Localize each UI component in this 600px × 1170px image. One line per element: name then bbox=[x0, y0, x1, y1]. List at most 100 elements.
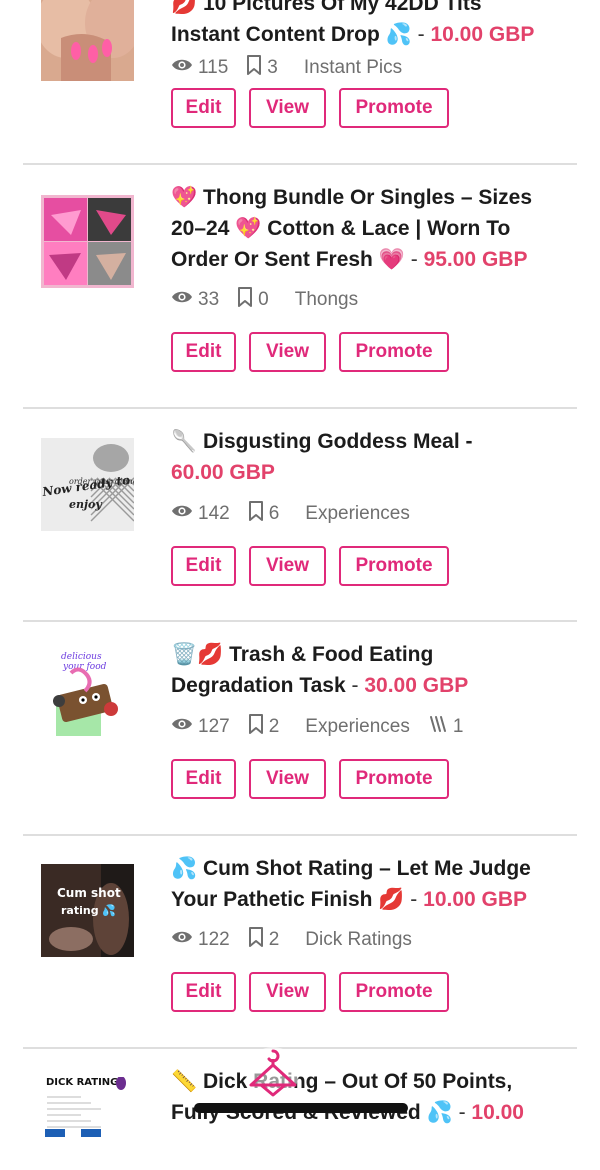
views-stat: 127 bbox=[171, 716, 230, 738]
listing-title[interactable]: 💋 10 Pictures Of My 42DD Tits Instant Con… bbox=[171, 0, 566, 50]
listing-actions: Edit View Promote bbox=[171, 332, 462, 372]
listing-price: 10.00 GBP bbox=[423, 888, 528, 911]
divider bbox=[23, 163, 577, 165]
listing-title-line: 💋 10 Pictures Of My 42DD Tits bbox=[171, 0, 482, 15]
eye-icon bbox=[171, 929, 198, 951]
views-count: 127 bbox=[198, 716, 230, 737]
listing-price: 10.00 bbox=[471, 1101, 524, 1124]
price-separator: - bbox=[417, 23, 425, 46]
bookmark-icon bbox=[248, 501, 269, 527]
promote-button[interactable]: Promote bbox=[339, 972, 449, 1012]
category-label: Thongs bbox=[294, 289, 359, 310]
saves-count: 2 bbox=[268, 929, 280, 950]
divider bbox=[23, 620, 577, 622]
saves-count: 0 bbox=[258, 289, 269, 310]
listing-stats: 115 3 Instant Pics bbox=[171, 55, 420, 81]
listing-title-line: 💦 Cum Shot Rating – Let Me Judge bbox=[171, 857, 531, 880]
view-button[interactable]: View bbox=[249, 332, 326, 372]
listing-price: 10.00 GBP bbox=[430, 23, 535, 46]
views-stat: 142 bbox=[171, 503, 230, 525]
listing-title-line: 🗑️💋 Trash & Food Eating bbox=[171, 643, 434, 666]
listing-title-line: 💖 Thong Bundle Or Singles – Sizes bbox=[171, 186, 533, 209]
price-separator: - bbox=[410, 248, 418, 271]
divider bbox=[23, 834, 577, 836]
views-count: 122 bbox=[198, 929, 230, 950]
promote-button[interactable]: Promote bbox=[339, 759, 449, 799]
listing-thumbnail[interactable] bbox=[41, 0, 134, 81]
listing-price: 30.00 GBP bbox=[364, 674, 469, 697]
promote-button[interactable]: Promote bbox=[339, 332, 449, 372]
views-stat: 115 bbox=[171, 57, 228, 79]
bookmark-icon bbox=[248, 714, 269, 740]
listing-thumbnail[interactable]: order your dinner Now ready to enjoy bbox=[41, 438, 134, 531]
bundle-stat: 1 bbox=[428, 714, 464, 740]
listing-title-line: Your Pathetic Finish 💋 bbox=[171, 888, 405, 911]
views-stat: 33 bbox=[171, 289, 219, 311]
svg-text:delicious: delicious bbox=[61, 652, 102, 662]
listing-actions: Edit View Promote bbox=[171, 88, 462, 128]
bundle-icon bbox=[428, 714, 453, 740]
saves-stat: 2 bbox=[248, 714, 280, 740]
listing-stats: 122 2 Dick Ratings bbox=[171, 927, 430, 953]
listing-thumbnail[interactable]: Cum shot rating 💦 bbox=[41, 864, 134, 957]
listing-price: 60.00 GBP bbox=[171, 461, 275, 484]
view-button[interactable]: View bbox=[249, 546, 326, 586]
views-count: 33 bbox=[198, 289, 220, 310]
saves-stat: 0 bbox=[237, 287, 269, 313]
listing-title-line: Order Or Sent Fresh 💗 bbox=[171, 248, 405, 271]
eye-icon bbox=[171, 503, 198, 525]
listing-actions: Edit View Promote bbox=[171, 759, 462, 799]
listing-title-line: 20–24 💖 Cotton & Lace | Worn To bbox=[171, 217, 511, 240]
listing-price: 95.00 GBP bbox=[423, 248, 528, 271]
listing-stats: 142 6 Experiences bbox=[171, 501, 428, 527]
listing-thumbnail[interactable]: DICK RATING bbox=[41, 1077, 134, 1170]
saves-stat: 6 bbox=[248, 501, 280, 527]
home-indicator[interactable] bbox=[194, 1103, 408, 1113]
listing-stats: 33 0 Thongs bbox=[171, 287, 376, 313]
promote-button[interactable]: Promote bbox=[339, 88, 449, 128]
view-button[interactable]: View bbox=[249, 88, 326, 128]
category-label: Dick Ratings bbox=[305, 929, 412, 950]
edit-button[interactable]: Edit bbox=[171, 332, 236, 372]
svg-text:Cum shot: Cum shot bbox=[57, 886, 121, 900]
price-separator: - bbox=[410, 888, 418, 911]
views-count: 142 bbox=[198, 503, 230, 524]
listing-title-line: 📏 Dick Rating – Out Of 50 Points, bbox=[171, 1070, 513, 1093]
saves-count: 2 bbox=[268, 716, 280, 737]
category-label: Experiences bbox=[305, 503, 410, 524]
bookmark-icon bbox=[246, 55, 267, 81]
listing-title-line: Instant Content Drop 💦 bbox=[171, 23, 412, 46]
listing-title[interactable]: 📏 Dick Rating – Out Of 50 Points,Fully S… bbox=[171, 1066, 566, 1128]
listing-title[interactable]: 🗑️💋 Trash & Food Eating Degradation Task … bbox=[171, 639, 566, 701]
eye-icon bbox=[171, 57, 198, 79]
edit-button[interactable]: Edit bbox=[171, 759, 236, 799]
bookmark-icon bbox=[237, 287, 258, 313]
listing-thumbnail[interactable]: delicious your food bbox=[41, 651, 134, 744]
category-label: Instant Pics bbox=[303, 57, 403, 78]
edit-button[interactable]: Edit bbox=[171, 88, 236, 128]
listing-title[interactable]: 💦 Cum Shot Rating – Let Me Judge Your Pat… bbox=[171, 853, 566, 915]
price-separator: - bbox=[351, 674, 359, 697]
listing-thumbnail[interactable] bbox=[41, 195, 134, 288]
listing-title[interactable]: 💖 Thong Bundle Or Singles – Sizes 20–24 💖… bbox=[171, 182, 566, 275]
bookmark-icon bbox=[248, 927, 269, 953]
bundle-count: 1 bbox=[452, 716, 464, 737]
edit-button[interactable]: Edit bbox=[171, 546, 236, 586]
saves-count: 6 bbox=[268, 503, 280, 524]
views-stat: 122 bbox=[171, 929, 230, 951]
hanger-icon[interactable] bbox=[245, 1045, 301, 1101]
saves-count: 3 bbox=[267, 57, 278, 78]
saves-stat: 3 bbox=[246, 55, 278, 81]
view-button[interactable]: View bbox=[249, 759, 326, 799]
listing-title-line: 🥄 Disgusting Goddess Meal - bbox=[171, 430, 473, 453]
price-separator: - bbox=[458, 1101, 466, 1124]
view-button[interactable]: View bbox=[249, 972, 326, 1012]
saves-stat: 2 bbox=[248, 927, 280, 953]
listing-title-line: Degradation Task bbox=[171, 674, 346, 697]
listing-actions: Edit View Promote bbox=[171, 972, 462, 1012]
promote-button[interactable]: Promote bbox=[339, 546, 449, 586]
listing-title[interactable]: 🥄 Disgusting Goddess Meal - 60.00 GBP bbox=[171, 426, 566, 488]
category-label: Experiences bbox=[305, 716, 410, 737]
edit-button[interactable]: Edit bbox=[171, 972, 236, 1012]
svg-text:enjoy: enjoy bbox=[69, 498, 103, 511]
